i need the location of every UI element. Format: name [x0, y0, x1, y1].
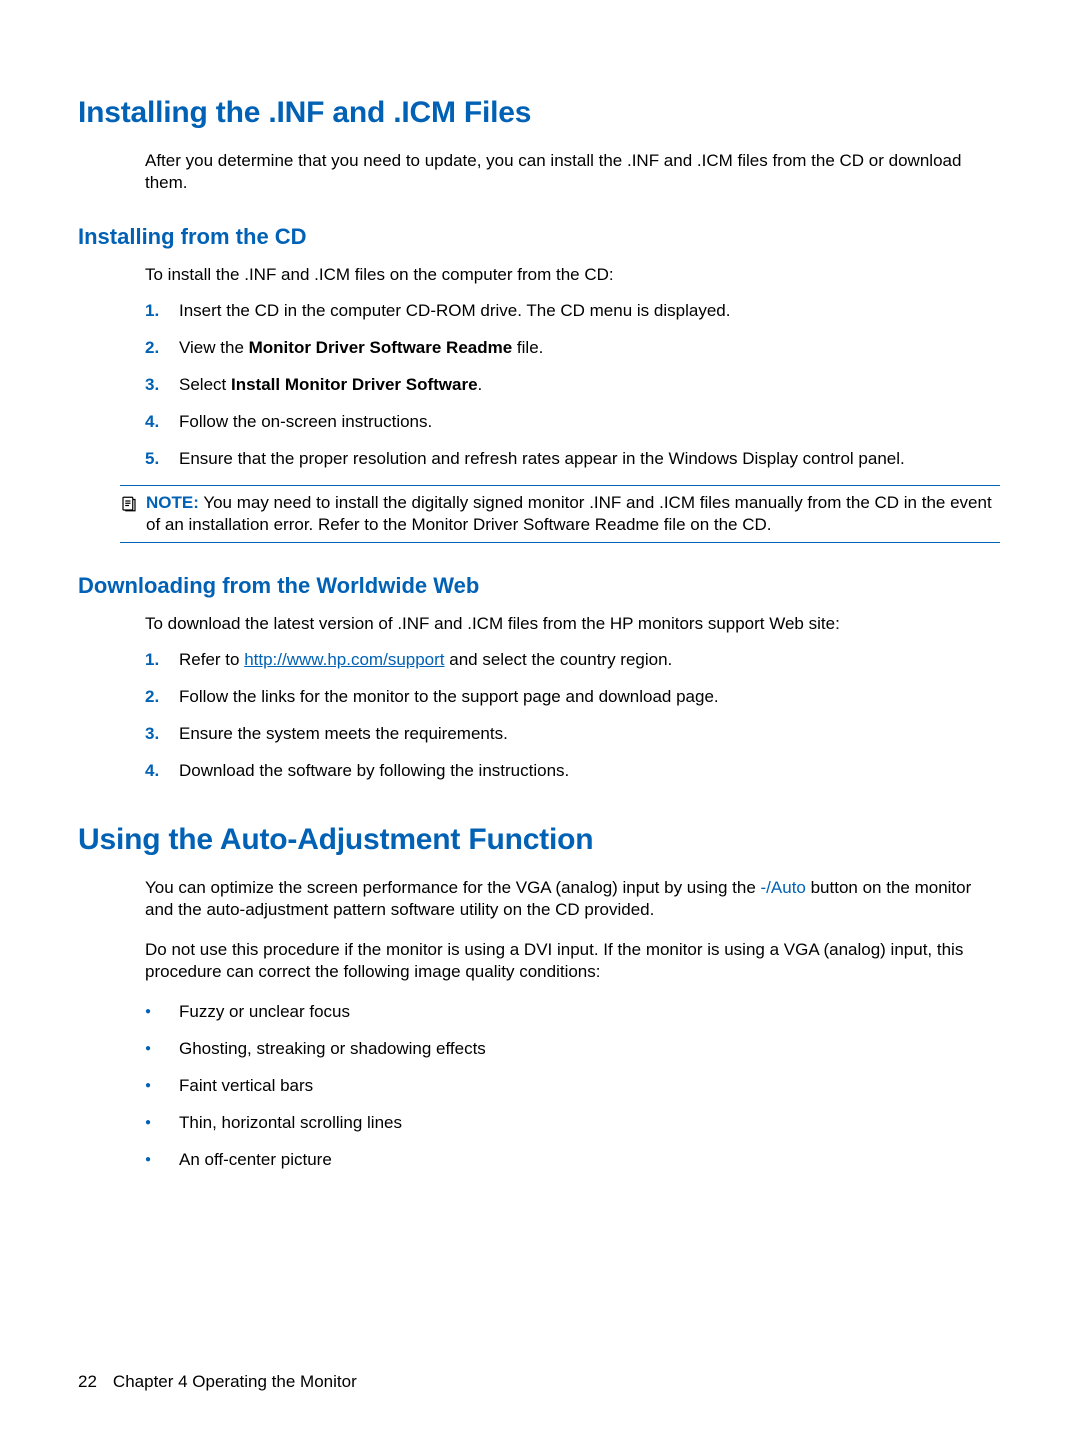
step-number: 4. — [145, 760, 179, 783]
step-text: Select Install Monitor Driver Software. — [179, 374, 1000, 397]
cd-step-4: 4. Follow the on-screen instructions. — [145, 411, 1000, 434]
chapter-label: Chapter 4 Operating the Monitor — [113, 1372, 357, 1391]
cd-step-1: 1. Insert the CD in the computer CD-ROM … — [145, 300, 1000, 323]
quality-conditions-list: ●Fuzzy or unclear focus ●Ghosting, strea… — [145, 1001, 1000, 1172]
note-text: You may need to install the digitally si… — [146, 493, 992, 534]
bullet-text: Thin, horizontal scrolling lines — [179, 1112, 1000, 1135]
step-number: 2. — [145, 686, 179, 709]
bold-text: Monitor Driver Software Readme — [249, 338, 513, 357]
step-number: 2. — [145, 337, 179, 360]
auto-adjust-p2: Do not use this procedure if the monitor… — [145, 939, 1000, 983]
list-item: ●Fuzzy or unclear focus — [145, 1001, 1000, 1024]
step-number: 4. — [145, 411, 179, 434]
cd-step-2: 2. View the Monitor Driver Software Read… — [145, 337, 1000, 360]
web-step-1: 1. Refer to http://www.hp.com/support an… — [145, 649, 1000, 672]
note-body: NOTE: You may need to install the digita… — [146, 492, 1000, 536]
step-number: 3. — [145, 374, 179, 397]
web-intro: To download the latest version of .INF a… — [145, 613, 1000, 635]
cd-step-5: 5. Ensure that the proper resolution and… — [145, 448, 1000, 471]
note-label: NOTE: — [146, 493, 199, 512]
step-number: 5. — [145, 448, 179, 471]
heading-installing-inf-icm: Installing the .INF and .ICM Files — [78, 96, 1000, 130]
step-number: 1. — [145, 300, 179, 323]
page: Installing the .INF and .ICM Files After… — [0, 0, 1080, 1437]
step-text: Ensure that the proper resolution and re… — [179, 448, 1000, 471]
web-step-2: 2. Follow the links for the monitor to t… — [145, 686, 1000, 709]
step-text: Follow the on-screen instructions. — [179, 411, 1000, 434]
step-text: View the Monitor Driver Software Readme … — [179, 337, 1000, 360]
cd-steps-list: 1. Insert the CD in the computer CD-ROM … — [145, 300, 1000, 471]
cd-step-3: 3. Select Install Monitor Driver Softwar… — [145, 374, 1000, 397]
list-item: ●Thin, horizontal scrolling lines — [145, 1112, 1000, 1135]
bullet-text: An off-center picture — [179, 1149, 1000, 1172]
bullet-text: Faint vertical bars — [179, 1075, 1000, 1098]
bullet-text: Fuzzy or unclear focus — [179, 1001, 1000, 1024]
bullet-icon: ● — [145, 1042, 179, 1056]
web-step-3: 3. Ensure the system meets the requireme… — [145, 723, 1000, 746]
list-item: ●An off-center picture — [145, 1149, 1000, 1172]
intro-paragraph: After you determine that you need to upd… — [145, 150, 1000, 194]
auto-adjust-p1: You can optimize the screen performance … — [145, 877, 1000, 921]
heading-installing-from-cd: Installing from the CD — [78, 224, 1000, 250]
list-item: ●Ghosting, streaking or shadowing effect… — [145, 1038, 1000, 1061]
heading-auto-adjustment: Using the Auto-Adjustment Function — [78, 823, 1000, 857]
bullet-text: Ghosting, streaking or shadowing effects — [179, 1038, 1000, 1061]
bold-text: Install Monitor Driver Software — [231, 375, 478, 394]
support-link[interactable]: http://www.hp.com/support — [244, 650, 444, 669]
note-icon — [120, 495, 138, 513]
bullet-icon: ● — [145, 1153, 179, 1167]
step-number: 3. — [145, 723, 179, 746]
step-text: Follow the links for the monitor to the … — [179, 686, 1000, 709]
web-steps-list: 1. Refer to http://www.hp.com/support an… — [145, 649, 1000, 783]
step-text: Ensure the system meets the requirements… — [179, 723, 1000, 746]
step-number: 1. — [145, 649, 179, 672]
note-block: NOTE: You may need to install the digita… — [120, 485, 1000, 543]
bullet-icon: ● — [145, 1005, 179, 1019]
page-footer: 22 Chapter 4 Operating the Monitor — [78, 1372, 357, 1392]
step-text: Insert the CD in the computer CD-ROM dri… — [179, 300, 1000, 323]
step-text: Refer to http://www.hp.com/support and s… — [179, 649, 1000, 672]
cd-intro: To install the .INF and .ICM files on th… — [145, 264, 1000, 286]
page-number: 22 — [78, 1372, 97, 1391]
list-item: ●Faint vertical bars — [145, 1075, 1000, 1098]
step-text: Download the software by following the i… — [179, 760, 1000, 783]
bullet-icon: ● — [145, 1079, 179, 1093]
auto-button-label: -/Auto — [761, 878, 806, 897]
heading-downloading-web: Downloading from the Worldwide Web — [78, 573, 1000, 599]
bullet-icon: ● — [145, 1116, 179, 1130]
web-step-4: 4. Download the software by following th… — [145, 760, 1000, 783]
